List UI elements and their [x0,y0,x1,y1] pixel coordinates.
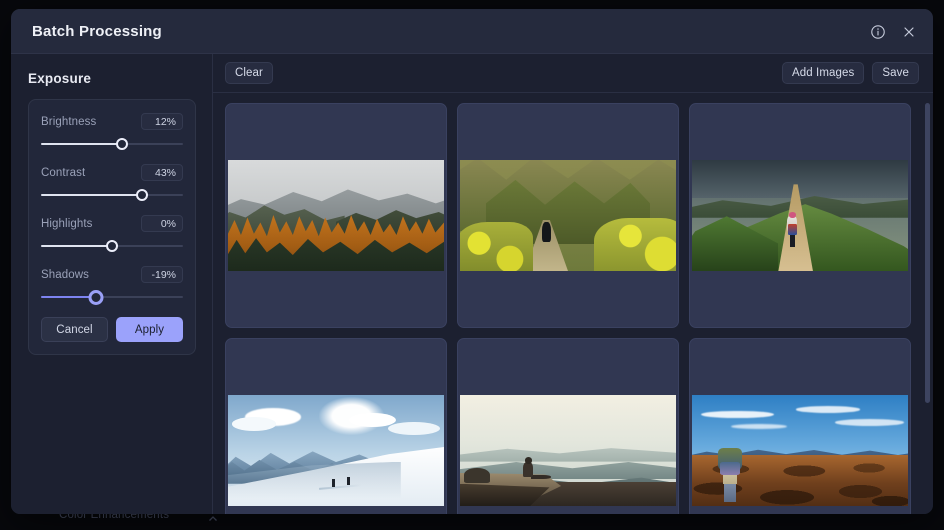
close-x-icon[interactable] [899,22,919,42]
slider-shadows-thumb[interactable] [88,289,104,305]
slider-brightness-track[interactable] [41,138,183,150]
gallery-panel: Clear Add Images Save [213,54,933,514]
sidebar-button-row: Cancel Apply [41,317,183,342]
scene [692,160,908,271]
gallery-tile[interactable] [225,338,447,514]
dialog-title: Batch Processing [32,22,162,40]
dialog-header: Batch Processing [11,9,933,54]
gallery-tile[interactable] [689,338,911,514]
scene [228,395,444,506]
slider-highlights-value[interactable]: 0% [141,215,183,232]
scene [460,160,676,271]
exposure-controls-card: Brightness 12% Contrast 43% Highlights 0… [28,99,196,355]
slider-contrast-value[interactable]: 43% [141,164,183,181]
slider-shadows-track[interactable] [41,289,183,305]
slider-highlights-track[interactable] [41,240,183,252]
slider-shadows-label: Shadows [41,268,90,281]
slider-highlights[interactable]: Highlights 0% [41,215,183,252]
gallery-scrollbar[interactable] [925,103,930,514]
add-images-button[interactable]: Add Images [782,62,865,84]
slider-contrast[interactable]: Contrast 43% [41,164,183,201]
gallery-tile[interactable] [457,338,679,514]
apply-button[interactable]: Apply [116,317,183,342]
page-root: Color Enhancements Batch Processing Expo… [0,0,944,530]
scene [692,395,908,506]
gallery-toolbar: Clear Add Images Save [213,54,933,93]
slider-highlights-header: Highlights 0% [41,215,183,232]
scene [460,395,676,506]
thumbnail-ridge-trail-hiker [692,160,908,271]
scene [228,160,444,271]
slider-brightness-thumb[interactable] [115,138,128,150]
slider-shadows-value[interactable]: -19% [141,266,183,283]
exposure-heading: Exposure [28,71,92,86]
gallery-tile[interactable] [457,103,679,328]
slider-highlights-thumb[interactable] [106,240,118,252]
slider-contrast-thumb[interactable] [135,189,148,201]
gallery-tile[interactable] [225,103,447,328]
gallery-scrollbar-thumb[interactable] [925,103,930,403]
slider-brightness-value[interactable]: 12% [141,113,183,130]
thumbnail-autumn-larch-forest-mountains [228,160,444,271]
slider-contrast-label: Contrast [41,166,86,179]
slider-brightness-label: Brightness [41,115,97,128]
slider-contrast-track[interactable] [41,189,183,201]
clear-button[interactable]: Clear [225,62,273,84]
header-actions [868,9,919,54]
gallery-tile[interactable] [689,103,911,328]
slider-track-fill [41,194,142,196]
gallery-scroll-area[interactable] [213,93,933,514]
slider-track-fill [41,245,112,247]
slider-brightness-header: Brightness 12% [41,113,183,130]
slider-track-fill [41,143,122,145]
dialog-body: Exposure Brightness 12% Contrast 43% Hig… [11,54,933,514]
thumbnail-snow-slope-ski-tourers [228,395,444,506]
thumbnail-green-canyon-wildflower-trail [460,160,676,271]
slider-brightness[interactable]: Brightness 12% [41,113,183,150]
batch-processing-dialog: Batch Processing Exposure Brightness 12%… [11,9,933,514]
exposure-sidebar: Exposure Brightness 12% Contrast 43% Hig… [11,54,213,514]
cancel-button[interactable]: Cancel [41,317,108,342]
save-button[interactable]: Save [872,62,919,84]
thumbnail-cliff-edge-person-valley-mist [460,395,676,506]
chevron-up-icon[interactable] [206,512,220,526]
slider-shadows[interactable]: Shadows -19% [41,266,183,305]
thumbnail-backpacker-rocky-plateau [692,395,908,506]
slider-highlights-label: Highlights [41,217,93,230]
slider-contrast-header: Contrast 43% [41,164,183,181]
slider-shadows-header: Shadows -19% [41,266,183,283]
info-circle-icon[interactable] [868,22,888,42]
image-grid [225,103,923,514]
